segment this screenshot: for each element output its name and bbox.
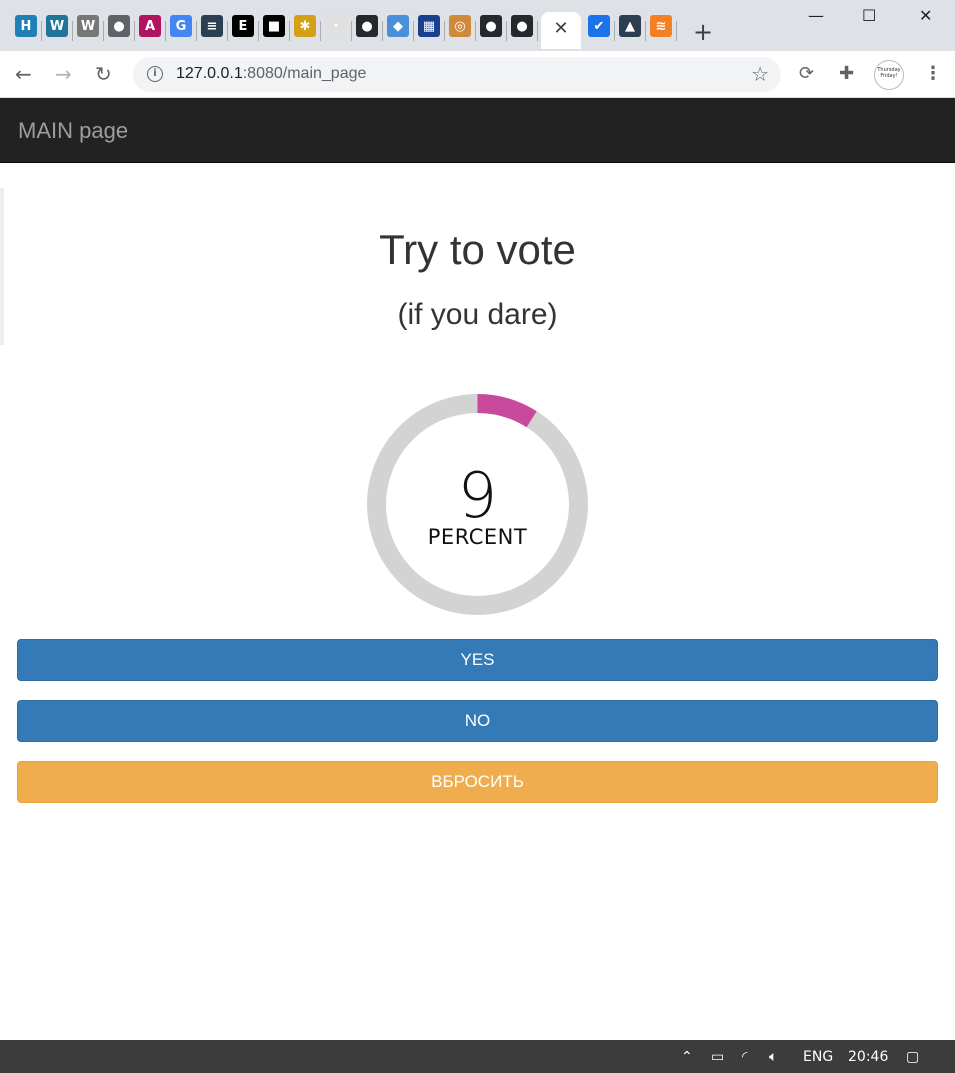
navbar-brand[interactable]: MAIN page (18, 118, 128, 144)
browser-tab[interactable]: ≡ (197, 15, 227, 49)
browser-tab[interactable]: G (166, 15, 196, 49)
site-info-icon[interactable]: i (147, 66, 163, 82)
page-title: Try to vote (379, 226, 576, 273)
maximize-button[interactable]: ☐ (862, 6, 876, 25)
os-taskbar: ⌃ ▭ ◜ 🔈︎ ENG 20:46 ▢ (0, 1040, 955, 1073)
new-tab-button[interactable]: + (693, 18, 713, 46)
reset-button[interactable]: ВБРОСИТЬ (17, 761, 938, 803)
close-window-button[interactable]: ✕ (919, 6, 932, 25)
browser-tab[interactable]: ◆ (383, 15, 413, 49)
a-logo-icon: A (139, 15, 161, 37)
browser-tab[interactable]: ≋ (646, 15, 676, 49)
browser-tab[interactable]: A (135, 15, 165, 49)
browser-tab[interactable]: E (228, 15, 258, 49)
sync-extension-icon[interactable]: ⟳ (799, 63, 814, 84)
tie-icon: ≡ (201, 15, 223, 37)
github-icon: ● (356, 15, 378, 37)
reload-icon[interactable]: ↻ (95, 62, 112, 86)
browser-tab[interactable]: ✱ (290, 15, 320, 49)
graduation-cap-icon: ▲ (619, 15, 641, 37)
browser-tab[interactable]: W (73, 15, 103, 49)
active-browser-tab[interactable]: ✕ (541, 12, 581, 49)
no-button[interactable]: NO (17, 700, 938, 742)
browser-tab[interactable]: ◎ (445, 15, 475, 49)
google-icon: G (170, 15, 192, 37)
clock[interactable]: 20:46 (848, 1049, 888, 1065)
donut-icon: ◎ (449, 15, 471, 37)
close-tab-icon[interactable]: ✕ (553, 18, 568, 39)
checkmark-icon: ✔ (588, 15, 610, 37)
e-logo-icon: E (232, 15, 254, 37)
wordpress-icon: W (46, 15, 68, 37)
grid-icon: ▦ (418, 15, 440, 37)
yes-button[interactable]: YES (17, 639, 938, 681)
browser-tab[interactable]: W (42, 15, 72, 49)
extensions-puzzle-icon[interactable]: ✚ (839, 63, 854, 84)
show-hidden-icons-icon[interactable]: ⌃ (681, 1049, 693, 1065)
wordpress-icon: W (77, 15, 99, 37)
stackoverflow-icon: ≋ (650, 15, 672, 37)
browser-tab[interactable]: ● (507, 15, 537, 49)
volume-icon[interactable]: 🔈︎ (769, 1049, 777, 1065)
profile-avatar[interactable]: Thursday Friday! (874, 60, 904, 90)
browser-tab[interactable]: ● (352, 15, 382, 49)
browser-tab[interactable]: ▦ (414, 15, 444, 49)
bee-icon: ✱ (294, 15, 316, 37)
browser-tab[interactable]: ■ (259, 15, 289, 49)
minimize-button[interactable]: — (808, 6, 824, 25)
blank-page-icon: · (325, 15, 347, 37)
notifications-icon[interactable]: ▢ (906, 1049, 919, 1065)
gauge-value: 9 (457, 459, 498, 532)
url-text[interactable]: 127.0.0.1:8080/main_page (176, 65, 366, 83)
browser-tab-strip: + — ☐ ✕ H W W ● A G ≡ E ■ ✱ · ● ◆ ▦ ◎ ● ● ✕ ✔ ▲ ≋ (0, 0, 955, 51)
forward-icon[interactable]: → (55, 62, 72, 86)
browser-tab[interactable]: · (321, 15, 351, 49)
github-icon: ● (511, 15, 533, 37)
address-bar[interactable]: i 127.0.0.1:8080/main_page ☆ (133, 57, 781, 92)
browser-tab[interactable]: ● (104, 15, 134, 49)
back-icon[interactable]: ← (15, 62, 32, 86)
browser-menu-icon[interactable]: ⋮ (924, 63, 942, 84)
url-path: :8080/main_page (242, 65, 367, 82)
battery-icon[interactable]: ▭ (711, 1049, 724, 1065)
browser-tab[interactable]: ▲ (615, 15, 645, 49)
browser-tab[interactable]: ● (476, 15, 506, 49)
page-subtitle: (if you dare) (397, 298, 558, 331)
github-icon: ● (480, 15, 502, 37)
square-logo-icon: ■ (263, 15, 285, 37)
browser-toolbar: ← → ↻ i 127.0.0.1:8080/main_page ☆ ⟳ ✚ T… (0, 51, 955, 98)
gauge-unit-label: PERCENT (427, 525, 528, 549)
hackernoon-icon: H (15, 15, 37, 37)
wifi-icon[interactable]: ◜ (742, 1049, 747, 1065)
app-navbar: MAIN page (0, 98, 955, 163)
stack-icon: ◆ (387, 15, 409, 37)
tab-separator (676, 21, 677, 41)
tab-separator (537, 21, 538, 41)
browser-tab[interactable]: ✔ (584, 15, 614, 49)
language-indicator[interactable]: ENG (803, 1049, 833, 1065)
url-host: 127.0.0.1 (176, 65, 243, 82)
bookmark-star-icon[interactable]: ☆ (751, 62, 769, 86)
browser-tab[interactable]: H (11, 15, 41, 49)
globe-icon: ● (108, 15, 130, 37)
gauge-fill-arc (477, 394, 537, 428)
